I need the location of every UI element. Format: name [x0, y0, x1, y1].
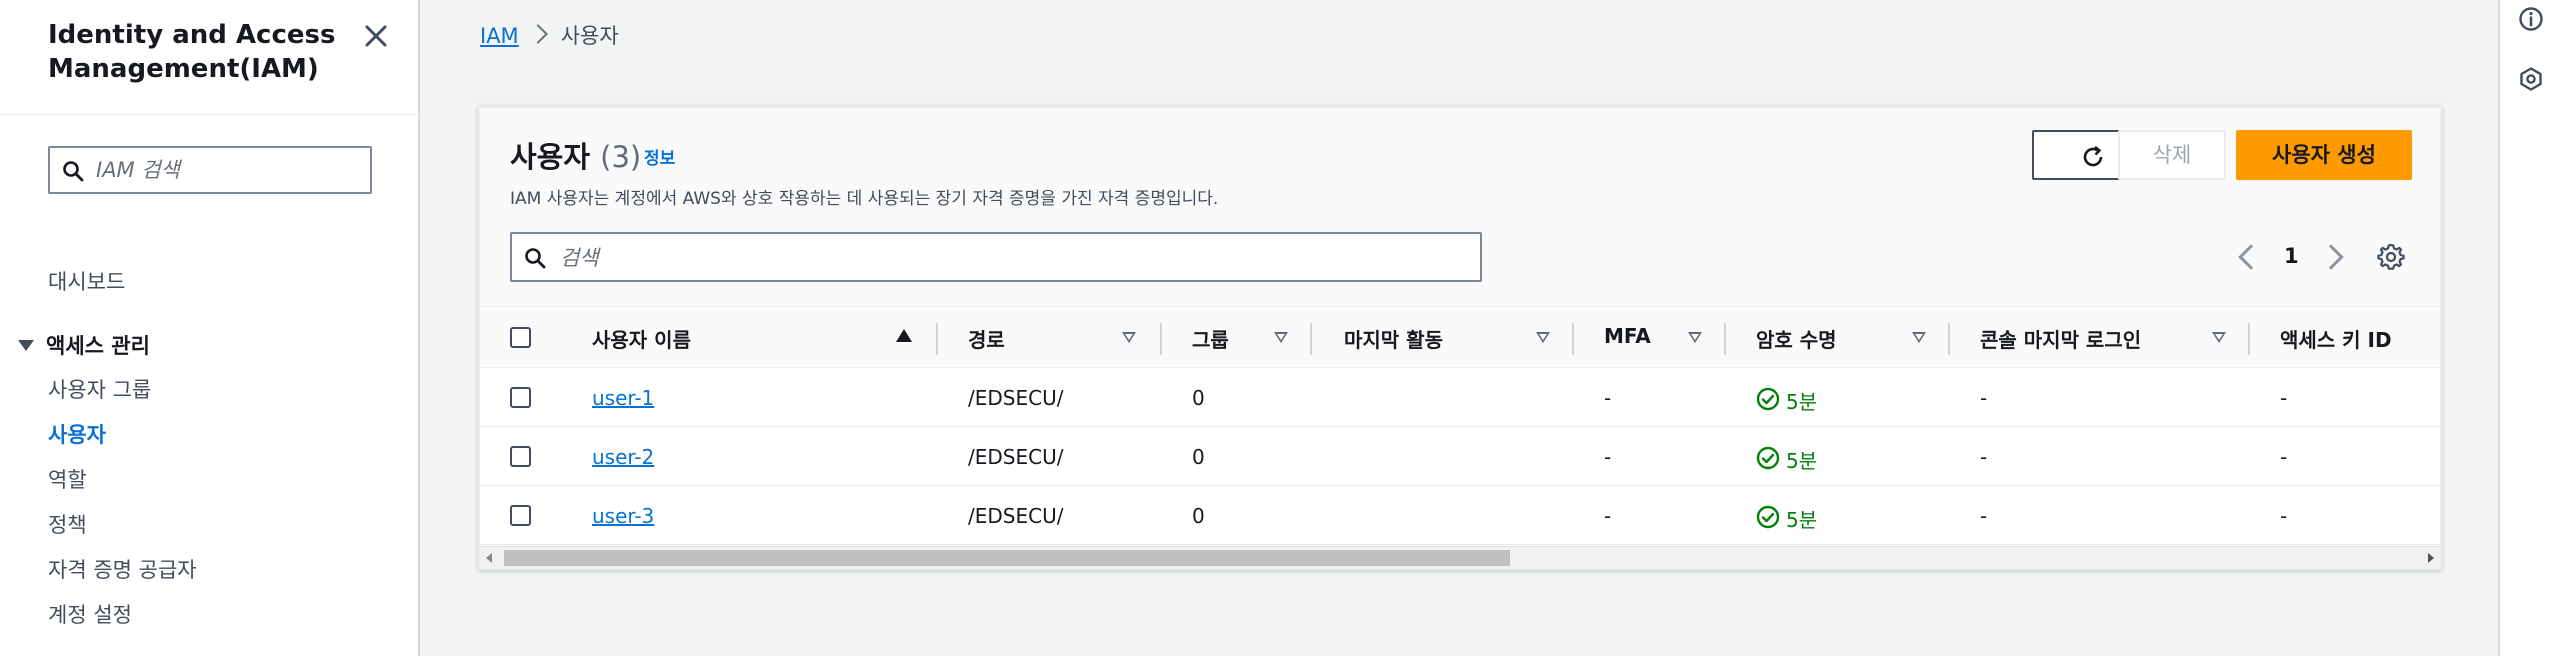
users-table-container: 사용자 (3) 정보 IAM 사용자는 계정에서 AWS와 상호 작용하는 데 …	[478, 106, 2442, 570]
sort-icon[interactable]	[1912, 332, 1926, 343]
chevron-right-icon	[527, 24, 548, 44]
column-password-age[interactable]: 암호 수명	[1756, 324, 1837, 353]
page-description: IAM 사용자는 계정에서 AWS와 상호 작용하는 데 사용되는 장기 자격 …	[510, 189, 1219, 209]
row-checkbox[interactable]	[510, 387, 531, 408]
column-divider[interactable]	[936, 323, 938, 355]
create-user-button[interactable]: 사용자 생성	[2236, 130, 2412, 180]
column-mfa[interactable]: MFA	[1604, 324, 1651, 348]
search-icon	[525, 248, 546, 269]
page-title: 사용자 (3)	[510, 134, 641, 176]
sidebar-item-dashboard[interactable]: 대시보드	[48, 266, 125, 296]
check-circle-icon	[1756, 387, 1780, 411]
column-divider[interactable]	[1948, 323, 1950, 355]
refresh-icon	[2083, 145, 2103, 167]
user-groups: 0	[1192, 445, 1205, 469]
user-password-age: 5분	[1786, 508, 1818, 532]
chevron-left-icon[interactable]	[2238, 244, 2264, 270]
scroll-right-arrow[interactable]	[2428, 553, 2434, 563]
user-name-link[interactable]: user-1	[592, 386, 654, 410]
close-icon[interactable]	[360, 20, 392, 52]
search-icon	[63, 161, 84, 182]
table-row: user-1 /EDSECU/ 0 - 5분 - -	[480, 368, 2440, 427]
column-access-key-id[interactable]: 액세스 키 ID	[2280, 324, 2392, 353]
sort-ascending-icon[interactable]	[896, 329, 912, 342]
row-checkbox[interactable]	[510, 505, 531, 526]
scroll-left-arrow[interactable]	[486, 553, 492, 563]
row-checkbox[interactable]	[510, 446, 531, 467]
sidebar-item-identity-providers[interactable]: 자격 증명 공급자	[48, 554, 197, 584]
column-divider[interactable]	[1160, 323, 1162, 355]
column-divider[interactable]	[1310, 323, 1312, 355]
column-groups[interactable]: 그룹	[1192, 324, 1229, 353]
column-console-last-login[interactable]: 콘솔 마지막 로그인	[1980, 324, 2141, 353]
user-path: /EDSECU/	[968, 504, 1064, 528]
gear-icon[interactable]	[2376, 242, 2406, 272]
breadcrumb-iam-link[interactable]: IAM	[480, 24, 519, 48]
sidebar-section-label: 액세스 관리	[46, 334, 150, 358]
user-name-link[interactable]: user-2	[592, 445, 654, 469]
sidebar-divider	[0, 114, 418, 115]
user-password-age: 5분	[1786, 449, 1818, 473]
sidebar-item-roles[interactable]: 역할	[48, 464, 87, 494]
sort-icon[interactable]	[1122, 332, 1136, 343]
user-mfa: -	[1604, 445, 1612, 469]
breadcrumb: IAM 사용자	[480, 20, 619, 50]
user-groups: 0	[1192, 504, 1205, 528]
info-link[interactable]: 정보	[644, 144, 675, 169]
table-search-input[interactable]	[560, 244, 1460, 272]
info-icon[interactable]	[2518, 6, 2544, 32]
user-mfa: -	[1604, 504, 1612, 528]
user-access-key-id: -	[2280, 386, 2288, 410]
column-path[interactable]: 경로	[968, 324, 1005, 353]
sidebar-item-user-groups[interactable]: 사용자 그룹	[48, 374, 151, 404]
sort-icon[interactable]	[1536, 332, 1550, 343]
column-divider[interactable]	[1572, 323, 1574, 355]
sidebar-item-policies[interactable]: 정책	[48, 509, 87, 539]
user-console-last-login: -	[1980, 445, 1988, 469]
user-access-key-id: -	[2280, 445, 2288, 469]
sidebar-search-input[interactable]	[96, 156, 356, 184]
right-tools-rail	[2498, 0, 2559, 656]
user-name-link[interactable]: user-3	[592, 504, 654, 528]
sidebar-item-account-settings[interactable]: 계정 설정	[48, 599, 132, 629]
page-title-text: 사용자	[510, 140, 591, 174]
sidebar-section-access-management[interactable]: 액세스 관리	[18, 330, 150, 360]
sort-icon[interactable]	[2212, 332, 2226, 343]
sidebar-search-box[interactable]	[48, 146, 372, 194]
user-console-last-login: -	[1980, 386, 1988, 410]
column-user-name[interactable]: 사용자 이름	[592, 324, 691, 353]
chevron-right-icon[interactable]	[2318, 244, 2344, 270]
table-header: 사용자 이름 경로 그룹 마지막 활동 MFA 암호 수명 콘솔 마지막 로그인…	[480, 306, 2440, 368]
user-access-key-id: -	[2280, 504, 2288, 528]
user-path: /EDSECU/	[968, 386, 1064, 410]
delete-button[interactable]: 삭제	[2118, 130, 2226, 180]
user-mfa: -	[1604, 386, 1612, 410]
caret-down-icon	[18, 339, 34, 351]
table-search-box[interactable]	[510, 232, 1482, 282]
table-row: user-2 /EDSECU/ 0 - 5분 - -	[480, 427, 2440, 486]
column-divider[interactable]	[2248, 323, 2250, 355]
user-password-age: 5분	[1786, 390, 1818, 414]
select-all-checkbox[interactable]	[510, 327, 531, 348]
column-last-activity[interactable]: 마지막 활동	[1344, 324, 1443, 353]
sidebar: Identity and Access Management(IAM) 대시보드…	[0, 0, 420, 656]
user-count: (3)	[600, 140, 642, 174]
sidebar-item-users[interactable]: 사용자	[48, 419, 106, 449]
column-divider[interactable]	[1724, 323, 1726, 355]
user-path: /EDSECU/	[968, 445, 1064, 469]
sort-icon[interactable]	[1688, 332, 1702, 343]
page-number[interactable]: 1	[2284, 244, 2299, 268]
check-circle-icon	[1756, 505, 1780, 529]
check-circle-icon	[1756, 446, 1780, 470]
sort-icon[interactable]	[1274, 332, 1288, 343]
scrollbar-thumb[interactable]	[504, 550, 1510, 566]
table-row: user-3 /EDSECU/ 0 - 5분 - -	[480, 486, 2440, 545]
sidebar-title: Identity and Access Management(IAM)	[48, 20, 336, 84]
breadcrumb-current: 사용자	[560, 24, 619, 48]
user-groups: 0	[1192, 386, 1205, 410]
feedback-icon[interactable]	[2518, 66, 2544, 92]
horizontal-scrollbar[interactable]	[480, 546, 2440, 568]
user-console-last-login: -	[1980, 504, 1988, 528]
